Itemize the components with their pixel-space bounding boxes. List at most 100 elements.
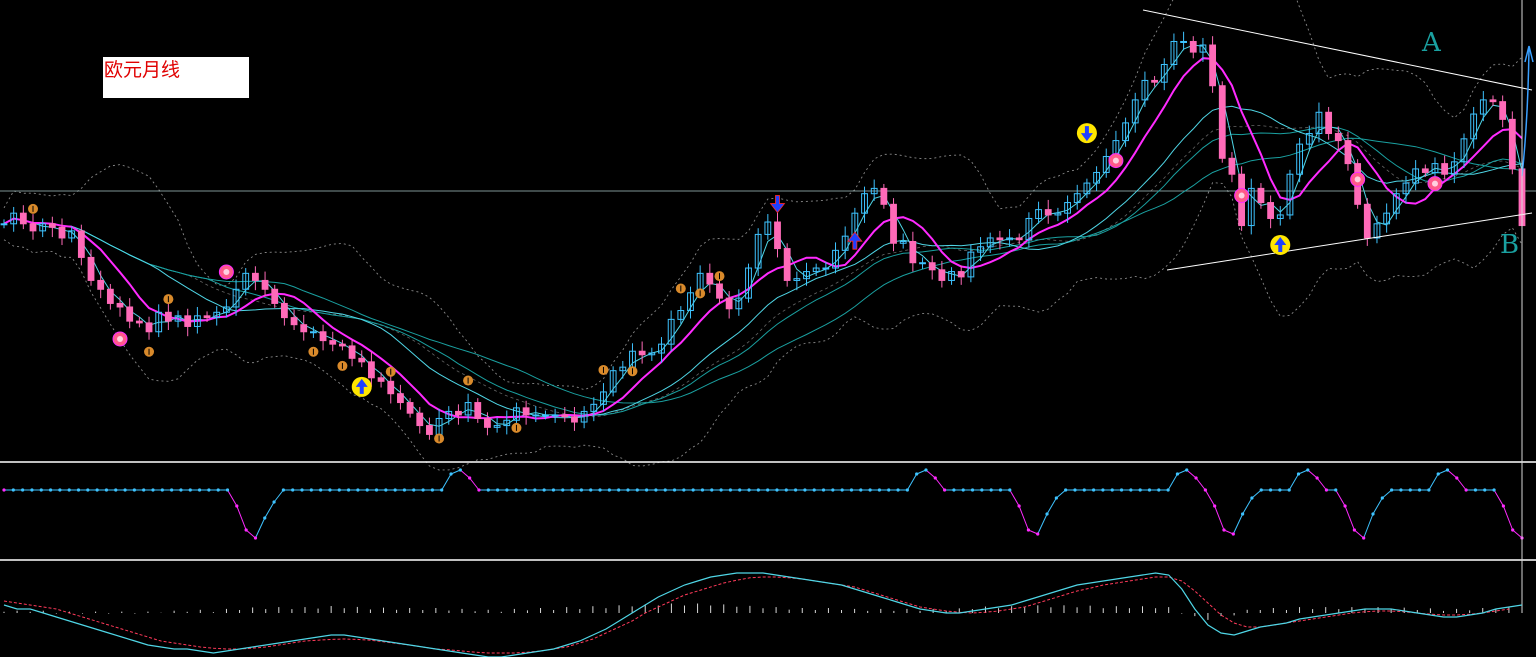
indicator-point (617, 488, 621, 492)
indicator-point (1203, 488, 1207, 492)
indicator-point (1213, 504, 1217, 508)
indicator-point (728, 488, 733, 492)
indicator-point (719, 488, 723, 492)
indicator-point (1278, 488, 1282, 492)
candle-body (164, 311, 172, 322)
upper-trendline (1142, 9, 1533, 91)
indicator-point (821, 488, 826, 492)
indicator-point (533, 488, 537, 492)
indicator-segment (1354, 529, 1365, 539)
indicator-point (1306, 468, 1310, 472)
indicator-point (468, 476, 472, 480)
chart-title: 欧元月线 (104, 59, 181, 81)
indicator-point (691, 488, 695, 492)
indicator-segment (1381, 489, 1392, 499)
forex-chart: 欧元月线 A B (0, 0, 1536, 657)
indicator-point (551, 488, 556, 492)
indicator-panel (2, 468, 1524, 540)
label-a: A (1422, 28, 1441, 58)
candle-body (909, 240, 917, 264)
candle-body (261, 279, 269, 290)
indicator-segment (1167, 473, 1178, 491)
indicator-point (868, 488, 872, 492)
indicator-point (1054, 496, 1058, 500)
indicator-point (188, 488, 192, 492)
indicator-point (738, 488, 742, 492)
candle-body (1189, 40, 1197, 53)
indicator-point (998, 488, 1003, 492)
candle-body (919, 262, 926, 265)
flower-center (1431, 180, 1438, 187)
indicator-point (1101, 488, 1105, 492)
indicator-point (1371, 512, 1375, 516)
indicator-segment (1344, 505, 1355, 531)
indicator-point (1194, 476, 1198, 480)
indicator-point (449, 472, 453, 476)
indicator-point (579, 488, 583, 492)
indicator-point (142, 488, 146, 492)
indicator-point (263, 516, 267, 520)
indicator-segment (1372, 497, 1383, 515)
indicator-segment (1447, 469, 1458, 479)
indicator-point (943, 488, 947, 492)
candle-body (1209, 44, 1216, 87)
indicator-point (523, 488, 528, 492)
indicator-segment (1335, 489, 1346, 507)
indicator-point (1268, 488, 1273, 492)
candle-body (484, 417, 491, 428)
candle-body (1334, 133, 1342, 142)
indicator-segment (1037, 513, 1048, 535)
indicator-point (21, 488, 25, 492)
candle-body (397, 393, 404, 404)
indicator-point (1119, 488, 1124, 492)
indicator-point (887, 488, 891, 492)
candle-body (725, 297, 733, 310)
indicator-point (654, 488, 658, 492)
indicator-point (644, 488, 649, 492)
indicator-point (104, 488, 109, 492)
indicator-point (1483, 488, 1487, 492)
indicator-point (840, 488, 844, 492)
flower-center (223, 268, 230, 275)
indicator-segment (1428, 473, 1439, 491)
candle-body (1044, 209, 1052, 216)
indicator-segment (273, 489, 284, 503)
candle-body (474, 402, 482, 419)
indicator-point (1092, 488, 1096, 492)
candle-body (184, 315, 192, 327)
indicator-point (849, 488, 854, 492)
candle-body (455, 410, 462, 416)
indicator-segment (1056, 489, 1066, 499)
candle-body (358, 357, 366, 363)
indicator-point (384, 488, 388, 492)
indicator-point (412, 488, 416, 492)
indicator-point (272, 500, 276, 504)
candle-body (348, 345, 356, 359)
candle-body (1015, 237, 1023, 241)
candle-body (271, 288, 279, 304)
candle-body (957, 271, 965, 278)
candle-body (319, 331, 327, 342)
indicator-point (114, 488, 118, 492)
candle-body (126, 306, 134, 322)
indicator-point (1138, 488, 1142, 492)
moving-average-5 (3, 57, 1523, 420)
moving-average-3 (3, 105, 1523, 419)
candle-body (339, 343, 346, 347)
indicator-point (30, 488, 34, 492)
indicator-point (67, 488, 71, 492)
candle-body (1421, 168, 1429, 173)
candle-body (1441, 163, 1449, 175)
indicator-point (1473, 488, 1478, 492)
indicator-point (1157, 488, 1161, 492)
candle-body (406, 402, 414, 414)
indicator-segment (441, 473, 452, 491)
indicator-point (1445, 468, 1450, 472)
chart-canvas[interactable] (0, 0, 1536, 657)
indicator-point (356, 488, 360, 492)
indicator-point (235, 504, 239, 508)
indicator-point (421, 488, 425, 492)
indicator-point (980, 488, 984, 492)
indicator-point (197, 488, 202, 492)
indicator-point (300, 488, 304, 492)
